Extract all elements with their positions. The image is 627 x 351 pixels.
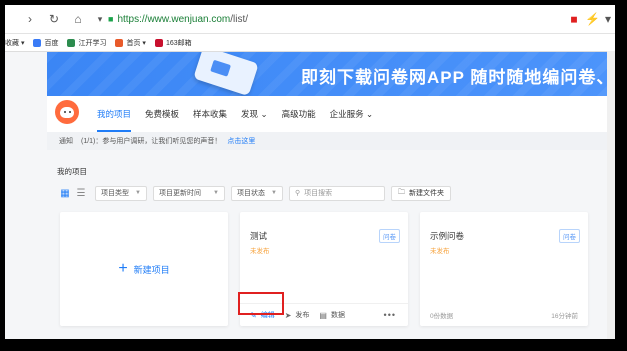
- project-card[interactable]: 示例问卷 问卷 未发布 0份数据 16分钟前: [420, 212, 588, 326]
- site-icon: [67, 38, 76, 47]
- project-title[interactable]: 示例问卷: [430, 230, 464, 242]
- bookmark-baidu[interactable]: 百度: [33, 38, 58, 48]
- bookmark-label: 百度: [44, 39, 59, 47]
- notice-label: 通知: [59, 138, 73, 145]
- top-navigation: 我的项目 免费模板 样本收集 发现 ⌄ 高级功能 企业服务 ⌄: [47, 96, 615, 133]
- bolt-icon[interactable]: ⚡: [585, 12, 600, 26]
- app-download-banner[interactable]: 即刻下载问卷网APP 随时随地编问卷、看报表！: [47, 52, 615, 96]
- list-view-icon[interactable]: ☰: [73, 186, 89, 201]
- response-count: 0份数据: [430, 313, 454, 320]
- chevron-down-icon: ▼: [271, 190, 277, 196]
- data-button[interactable]: ▤ 数据: [319, 310, 345, 320]
- chevron-down-icon[interactable]: ▾: [93, 12, 107, 26]
- bookmark-label: 江开学习: [78, 39, 107, 47]
- publish-button[interactable]: ➤ 发布: [285, 310, 310, 320]
- browser-window: › ↻ ⌂ ▾ ■ https://www.wenjuan.com/list/ …: [5, 5, 615, 339]
- edit-highlight-box: [238, 292, 284, 315]
- bookmarks-bar: 收藏 ▾ 百度 江开学习 首页 ▾ 163邮箱: [5, 34, 615, 52]
- filter-update-time[interactable]: 项目更新时间 ▼: [153, 185, 225, 201]
- nav-label: 发现: [241, 109, 259, 119]
- project-type-badge: 问卷: [379, 229, 400, 243]
- nav-my-projects[interactable]: 我的项目: [97, 96, 132, 132]
- project-toolbar: ▦ ☰ 项目类型 ▼ 项目更新时间 ▼ 项目状态 ▼ ⚲ 项目搜索 🗀 新建文件夹: [57, 185, 451, 201]
- mail-icon: [154, 38, 163, 47]
- filter-label: 项目更新时间: [159, 190, 201, 197]
- bookmark-label: 163邮箱: [165, 39, 192, 47]
- more-icon[interactable]: •••: [384, 310, 396, 320]
- updated-time: 16分钟前: [551, 313, 578, 320]
- notice-link[interactable]: 点击这里: [227, 136, 255, 146]
- nav-label: 企业服务: [329, 109, 364, 119]
- plus-icon: +: [118, 260, 128, 277]
- bookmark-home[interactable]: 首页 ▾: [115, 38, 146, 48]
- chevron-down-icon: ▼: [135, 190, 141, 196]
- filter-project-status[interactable]: 项目状态 ▼: [231, 185, 283, 201]
- nav-enterprise[interactable]: 企业服务 ⌄: [330, 96, 374, 132]
- bookmark-jiangkai[interactable]: 江开学习: [67, 38, 106, 48]
- search-placeholder: 项目搜索: [304, 190, 333, 197]
- search-icon: ⚲: [295, 190, 301, 197]
- project-status: 未发布: [430, 248, 450, 255]
- publish-label: 发布: [295, 312, 310, 319]
- folder-plus-icon: 🗀: [398, 188, 405, 196]
- bar-chart-icon: ▤: [319, 310, 327, 320]
- notice-text: 参与用户调研，让我们听见您的声音！: [102, 138, 222, 145]
- nav-free-templates[interactable]: 免费模板: [145, 96, 179, 132]
- send-icon: ➤: [284, 310, 292, 320]
- new-project-label: 新建项目: [133, 264, 170, 275]
- chevron-down-icon[interactable]: ▾: [601, 12, 615, 26]
- project-type-badge: 问卷: [559, 229, 580, 243]
- chevron-down-icon: ⌄: [260, 109, 268, 119]
- site-icon: [115, 38, 124, 47]
- reload-icon[interactable]: ↻: [47, 12, 61, 26]
- url-path: /list/: [230, 13, 249, 25]
- banner-text: 即刻下载问卷网APP 随时随地编问卷、看报表！: [301, 68, 615, 87]
- bookmark-favorites[interactable]: 收藏 ▾: [5, 38, 24, 48]
- address-bar: › ↻ ⌂ ▾ ■ https://www.wenjuan.com/list/ …: [5, 5, 615, 34]
- new-folder-label: 新建文件夹: [409, 190, 444, 197]
- lock-icon: ■: [108, 14, 114, 24]
- notice-bar: 通知 (1/1)： 参与用户调研，让我们听见您的声音！ 点击这里: [47, 132, 615, 150]
- url-field[interactable]: ■ https://www.wenjuan.com/list/: [108, 11, 588, 27]
- section-title: 我的项目: [57, 167, 87, 176]
- nav-advanced[interactable]: 高级功能: [282, 96, 316, 132]
- new-project-card[interactable]: + 新建项目: [60, 212, 228, 326]
- bookmark-163[interactable]: 163邮箱: [154, 38, 192, 48]
- bookmark-label: 收藏: [5, 39, 19, 47]
- wenjuan-logo[interactable]: [55, 100, 79, 124]
- home-icon[interactable]: ⌂: [71, 12, 85, 26]
- chevron-down-icon: ▼: [213, 190, 219, 196]
- forward-icon[interactable]: ›: [23, 12, 37, 26]
- project-title[interactable]: 测试: [250, 230, 267, 242]
- notice-page: (1/1)：: [81, 138, 103, 145]
- chevron-down-icon: ⌄: [365, 109, 374, 119]
- scrollbar[interactable]: [607, 51, 615, 339]
- nav-discover[interactable]: 发现 ⌄: [241, 96, 268, 132]
- bookmark-icon[interactable]: ◼: [567, 12, 581, 26]
- filter-label: 项目类型: [101, 190, 129, 197]
- project-search-input[interactable]: ⚲ 项目搜索: [289, 185, 385, 201]
- nav-sample-collection[interactable]: 样本收集: [193, 96, 227, 132]
- grid-view-icon[interactable]: ▦: [57, 186, 73, 201]
- filter-label: 项目状态: [237, 190, 265, 197]
- filter-project-type[interactable]: 项目类型 ▼: [95, 185, 147, 201]
- project-status: 未发布: [250, 248, 270, 255]
- bookmark-label: 首页: [126, 39, 141, 47]
- url-domain: https://www.wenjuan.com: [117, 13, 231, 25]
- new-folder-button[interactable]: 🗀 新建文件夹: [391, 185, 451, 201]
- data-label: 数据: [330, 312, 345, 319]
- baidu-icon: [33, 38, 42, 47]
